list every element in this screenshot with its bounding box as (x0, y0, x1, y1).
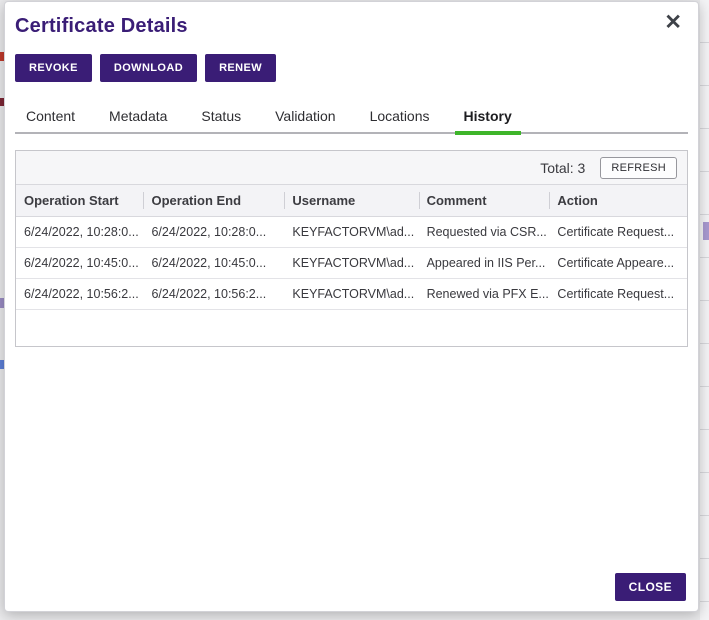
action-button-row: REVOKE DOWNLOAD RENEW (15, 54, 688, 82)
grid-toolbar: Total: 3 REFRESH (16, 151, 687, 185)
renew-button[interactable]: RENEW (205, 54, 276, 82)
table-cell: Renewed via PFX E... (419, 279, 550, 310)
table-cell: KEYFACTORVM\ad... (284, 248, 418, 279)
table-cell: 6/24/2022, 10:28:0... (143, 217, 284, 248)
table-cell: Certificate Request... (549, 217, 687, 248)
close-icon[interactable]: ✕ (664, 10, 682, 36)
empty-cell (143, 310, 284, 347)
table-cell: Requested via CSR... (419, 217, 550, 248)
refresh-button[interactable]: REFRESH (600, 157, 677, 179)
tab-history[interactable]: History (453, 100, 523, 132)
table-row[interactable]: 6/24/2022, 10:56:2...6/24/2022, 10:56:2.… (16, 279, 687, 310)
table-cell: 6/24/2022, 10:56:2... (143, 279, 284, 310)
history-table: Operation StartOperation EndUsernameComm… (16, 185, 687, 346)
modal-header: Certificate Details ✕ (15, 12, 688, 42)
total-count: Total: 3 (540, 160, 585, 176)
modal-title: Certificate Details (15, 12, 688, 40)
table-header-row: Operation StartOperation EndUsernameComm… (16, 185, 687, 217)
table-cell: 6/24/2022, 10:28:0... (16, 217, 143, 248)
empty-cell (16, 310, 143, 347)
table-cell: KEYFACTORVM\ad... (284, 279, 418, 310)
table-body: 6/24/2022, 10:28:0...6/24/2022, 10:28:0.… (16, 217, 687, 347)
column-header-operation-start[interactable]: Operation Start (16, 185, 143, 217)
table-cell: 6/24/2022, 10:56:2... (16, 279, 143, 310)
table-row[interactable]: 6/24/2022, 10:45:0...6/24/2022, 10:45:0.… (16, 248, 687, 279)
history-grid: Total: 3 REFRESH Operation StartOperatio… (15, 150, 688, 347)
certificate-details-modal: Certificate Details ✕ REVOKE DOWNLOAD RENE… (4, 1, 699, 612)
empty-cell (284, 310, 418, 347)
empty-cell (549, 310, 687, 347)
tab-locations[interactable]: Locations (359, 100, 441, 132)
tab-bar: Content Metadata Status Validation Locations… (15, 100, 688, 134)
close-button[interactable]: CLOSE (615, 573, 686, 601)
revoke-button[interactable]: REVOKE (15, 54, 92, 82)
table-cell: KEYFACTORVM\ad... (284, 217, 418, 248)
tab-status[interactable]: Status (190, 100, 252, 132)
tab-validation[interactable]: Validation (264, 100, 346, 132)
background-page-sliver (700, 0, 709, 620)
table-cell: Appeared in IIS Per... (419, 248, 550, 279)
background-fragment (703, 222, 709, 240)
column-header-username[interactable]: Username (284, 185, 418, 217)
modal-footer: CLOSE (615, 573, 686, 601)
empty-table-row (16, 310, 687, 347)
table-cell: Certificate Request... (549, 279, 687, 310)
table-row[interactable]: 6/24/2022, 10:28:0...6/24/2022, 10:28:0.… (16, 217, 687, 248)
table-cell: 6/24/2022, 10:45:0... (143, 248, 284, 279)
empty-cell (419, 310, 550, 347)
column-header-comment[interactable]: Comment (419, 185, 550, 217)
table-cell: 6/24/2022, 10:45:0... (16, 248, 143, 279)
table-cell: Certificate Appeare... (549, 248, 687, 279)
column-header-action[interactable]: Action (549, 185, 687, 217)
column-header-operation-end[interactable]: Operation End (143, 185, 284, 217)
download-button[interactable]: DOWNLOAD (100, 54, 197, 82)
tab-content[interactable]: Content (15, 100, 86, 132)
tab-metadata[interactable]: Metadata (98, 100, 178, 132)
